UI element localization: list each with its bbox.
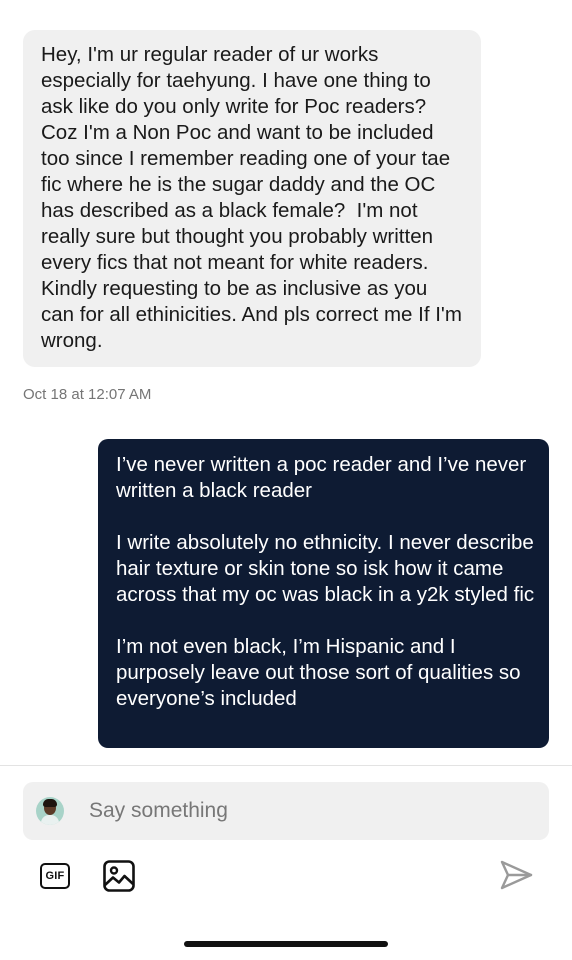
avatar <box>36 797 64 825</box>
message-input[interactable] <box>87 798 511 824</box>
send-button[interactable] <box>498 858 534 892</box>
outgoing-paragraph: I’m not even black, I’m Hispanic and I p… <box>116 635 521 710</box>
incoming-message-bubble: Hey, I'm ur regular reader of ur works e… <box>23 30 481 367</box>
message-composer[interactable] <box>23 782 549 840</box>
outgoing-paragraph: I’ve never written a poc reader and I’ve… <box>116 453 527 502</box>
gif-button[interactable]: GIF <box>38 861 72 891</box>
message-thread: Hey, I'm ur regular reader of ur works e… <box>0 0 572 765</box>
send-icon <box>500 860 533 890</box>
message-timestamp: Oct 18 at 12:07 AM <box>23 386 152 403</box>
outgoing-message-bubble: I’ve never written a poc reader and I’ve… <box>98 439 549 748</box>
outgoing-paragraph: I write absolutely no ethnicity. I never… <box>116 531 535 606</box>
composer-divider <box>0 765 572 766</box>
image-button[interactable] <box>102 859 136 893</box>
gif-icon: GIF <box>40 863 70 889</box>
home-indicator[interactable] <box>184 941 388 947</box>
image-icon <box>103 860 135 892</box>
